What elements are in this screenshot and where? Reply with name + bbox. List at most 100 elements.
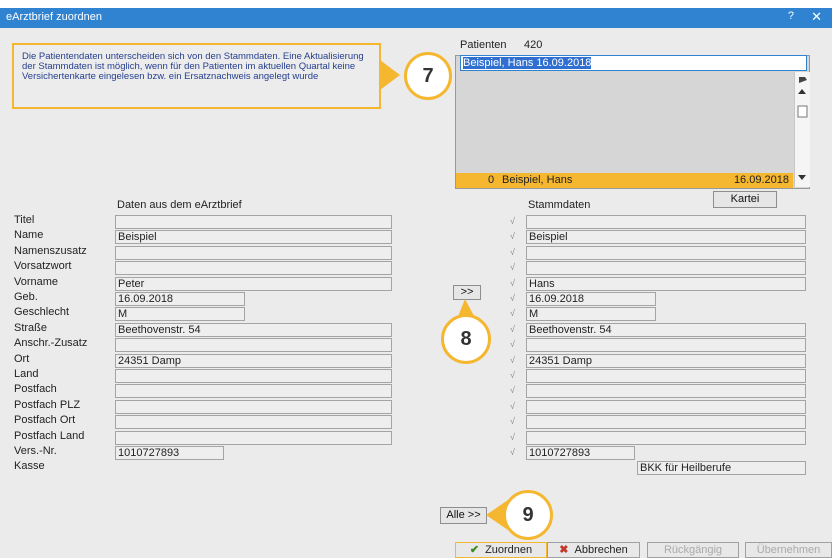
field-label: Namenszusatz <box>14 245 87 257</box>
match-check-icon: √ <box>510 416 515 426</box>
stammdaten-field[interactable] <box>526 338 806 352</box>
kasse-field[interactable]: BKK für Heilberufe <box>637 461 806 475</box>
field-label: Geb. <box>14 291 38 303</box>
match-check-icon: √ <box>510 262 515 272</box>
cancel-button[interactable]: ✖ Abbrechen <box>547 542 640 558</box>
earztbrief-field[interactable]: Beispiel <box>115 230 392 244</box>
stammdaten-field[interactable] <box>526 261 806 275</box>
title-strip: eArztbrief zuordnen ? ✕ <box>0 8 832 28</box>
earztbrief-field[interactable] <box>115 338 392 352</box>
patient-list-row-selected[interactable]: 0 Beispiel, Hans 16.09.2018 <box>456 173 793 188</box>
help-icon[interactable]: ? <box>788 10 794 22</box>
match-check-icon: √ <box>510 401 515 411</box>
field-label: Postfach <box>14 383 57 395</box>
assign-button[interactable]: ✔ Zuordnen <box>455 542 547 558</box>
cancel-label: Abbrechen <box>574 544 628 556</box>
earztbrief-field[interactable]: 24351 Damp <box>115 354 392 368</box>
stammdaten-field[interactable]: Hans <box>526 277 806 291</box>
stammdaten-field[interactable]: 24351 Damp <box>526 354 806 368</box>
field-label: Geschlecht <box>14 306 70 318</box>
stammdaten-field[interactable]: Beispiel <box>526 230 806 244</box>
assign-label: Zuordnen <box>485 544 533 556</box>
field-label: Vorsatzwort <box>14 260 72 272</box>
title-bar: eArztbrief zuordnen ? ✕ <box>0 0 832 28</box>
match-check-icon: √ <box>510 324 515 334</box>
match-check-icon: √ <box>510 339 515 349</box>
scrollbar-icons <box>797 77 808 180</box>
earztbrief-field[interactable]: 1010727893 <box>115 446 224 460</box>
stammdaten-field[interactable] <box>526 400 806 414</box>
match-check-icon: √ <box>510 370 515 380</box>
field-label: Vers.-Nr. <box>14 445 57 457</box>
scroll-up-icon <box>798 89 806 94</box>
field-label: Anschr.-Zusatz <box>14 337 88 349</box>
stammdaten-field[interactable] <box>526 431 806 445</box>
earztbrief-field[interactable] <box>115 384 392 398</box>
right-column-header: Stammdaten <box>528 199 591 211</box>
field-label: Straße <box>14 322 48 334</box>
earztbrief-field[interactable]: Peter <box>115 277 392 291</box>
match-check-icon: √ <box>510 308 515 318</box>
match-check-icon: √ <box>510 447 515 457</box>
stammdaten-field[interactable] <box>526 369 806 383</box>
row-name: Beispiel, Hans <box>502 174 573 186</box>
stammdaten-field[interactable] <box>526 215 806 229</box>
expand-icon <box>799 77 807 83</box>
window-title: eArztbrief zuordnen <box>6 11 102 23</box>
match-check-icon: √ <box>510 278 515 288</box>
field-label: Vorname <box>14 276 59 288</box>
kartei-button[interactable]: Kartei <box>713 191 777 208</box>
earztbrief-field[interactable] <box>115 261 392 275</box>
close-icon[interactable]: ✕ <box>811 9 822 25</box>
earztbrief-field[interactable]: Beethovenstr. 54 <box>115 323 392 337</box>
earztbrief-field[interactable] <box>115 400 392 414</box>
field-label: Kasse <box>14 460 45 472</box>
stammdaten-field[interactable]: 1010727893 <box>526 446 635 460</box>
match-check-icon: √ <box>510 231 515 241</box>
field-label: Postfach Land <box>14 430 85 442</box>
earztbrief-field[interactable] <box>115 369 392 383</box>
apply-button[interactable]: Übernehmen <box>745 542 832 558</box>
checkmark-icon: ✔ <box>469 544 480 556</box>
field-label: Postfach Ort <box>14 414 76 426</box>
patient-search-input[interactable]: Beispiel, Hans 16.09.2018 <box>460 55 807 71</box>
stammdaten-field[interactable] <box>526 246 806 260</box>
callout-badge-7: 7 <box>404 52 452 100</box>
earztbrief-field[interactable] <box>115 246 392 260</box>
transfer-button[interactable]: >> <box>453 285 481 300</box>
stammdaten-field[interactable]: 16.09.2018 <box>526 292 656 306</box>
patient-list-scrollbar[interactable] <box>794 72 810 187</box>
earztbrief-field[interactable]: 16.09.2018 <box>115 292 245 306</box>
match-check-icon: √ <box>510 247 515 257</box>
field-label: Land <box>14 368 39 380</box>
match-check-icon: √ <box>510 216 515 226</box>
field-label: Ort <box>14 353 30 365</box>
row-number: 0 <box>488 174 495 186</box>
transfer-all-button[interactable]: Alle >> <box>440 507 487 524</box>
earztbrief-field[interactable]: M <box>115 307 245 321</box>
dialog-window: eArztbrief zuordnen ? ✕ Die Patientendat… <box>0 0 832 558</box>
field-label: Name <box>14 229 44 241</box>
match-check-icon: √ <box>510 293 515 303</box>
field-label: Postfach PLZ <box>14 399 81 411</box>
stammdaten-field[interactable]: M <box>526 307 656 321</box>
patient-list[interactable] <box>455 55 810 189</box>
callout-badge-9: 9 <box>503 490 553 540</box>
patient-search-value: Beispiel, Hans 16.09.2018 <box>463 57 592 69</box>
stammdaten-field[interactable] <box>526 415 806 429</box>
row-date: 16.09.2018 <box>733 174 789 186</box>
earztbrief-field[interactable] <box>115 215 392 229</box>
info-message: Die Patientendaten unterscheiden sich vo… <box>12 43 381 109</box>
undo-button[interactable]: Rückgängig <box>647 542 739 558</box>
stammdaten-field[interactable] <box>526 384 806 398</box>
field-label: Titel <box>14 214 35 226</box>
callout-badge-8: 8 <box>441 314 491 364</box>
earztbrief-field[interactable] <box>115 415 392 429</box>
match-check-icon: √ <box>510 355 515 365</box>
earztbrief-field[interactable] <box>115 431 392 445</box>
patients-label: Patienten <box>460 39 507 51</box>
match-check-icon: √ <box>510 432 515 442</box>
badge-pointer-7 <box>380 60 400 90</box>
stammdaten-field[interactable]: Beethovenstr. 54 <box>526 323 806 337</box>
left-column-header: Daten aus dem eArztbrief <box>117 199 242 211</box>
